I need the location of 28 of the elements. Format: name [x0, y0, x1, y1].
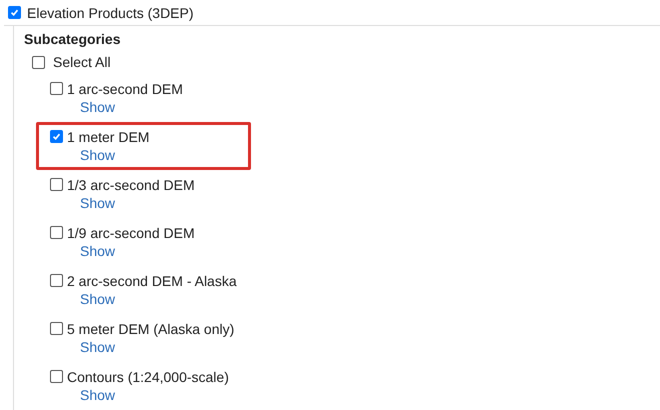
show-link[interactable]: Show	[80, 338, 116, 357]
category-label: Elevation Products (3DEP)	[27, 4, 194, 20]
checkbox[interactable]	[32, 56, 45, 68]
checkbox[interactable]	[50, 226, 63, 239]
select-all-label: Select All	[53, 54, 111, 70]
subcategory-label: 2 arc-second DEM - Alaska	[67, 272, 237, 288]
subcategory-label: 1 arc-second DEM	[67, 80, 183, 96]
checkbox[interactable]	[50, 130, 63, 143]
checkbox[interactable]	[50, 82, 63, 95]
checkbox[interactable]	[50, 322, 63, 335]
checkbox[interactable]	[50, 274, 63, 287]
checkbox[interactable]	[50, 370, 63, 383]
show-link[interactable]: Show	[80, 146, 116, 165]
show-link[interactable]: Show	[80, 194, 116, 213]
show-link[interactable]: Show	[80, 290, 116, 309]
subcategory-label: 1/3 arc-second DEM	[67, 176, 195, 192]
show-link[interactable]: Show	[80, 242, 116, 261]
subcategory-label: Contours (1:24,000-scale)	[67, 368, 229, 384]
subcategory-label: 1/9 arc-second DEM	[67, 224, 195, 240]
check-icon	[51, 131, 62, 142]
checkbox[interactable]	[8, 6, 21, 19]
subcategory-label: 1 meter DEM	[67, 128, 150, 144]
subcategory-label: 5 meter DEM (Alaska only)	[67, 320, 234, 336]
check-icon	[9, 7, 20, 18]
show-link[interactable]: Show	[80, 98, 116, 117]
show-link[interactable]: Show	[80, 386, 116, 405]
section-heading: Subcategories	[24, 30, 122, 49]
checkbox[interactable]	[50, 178, 63, 191]
